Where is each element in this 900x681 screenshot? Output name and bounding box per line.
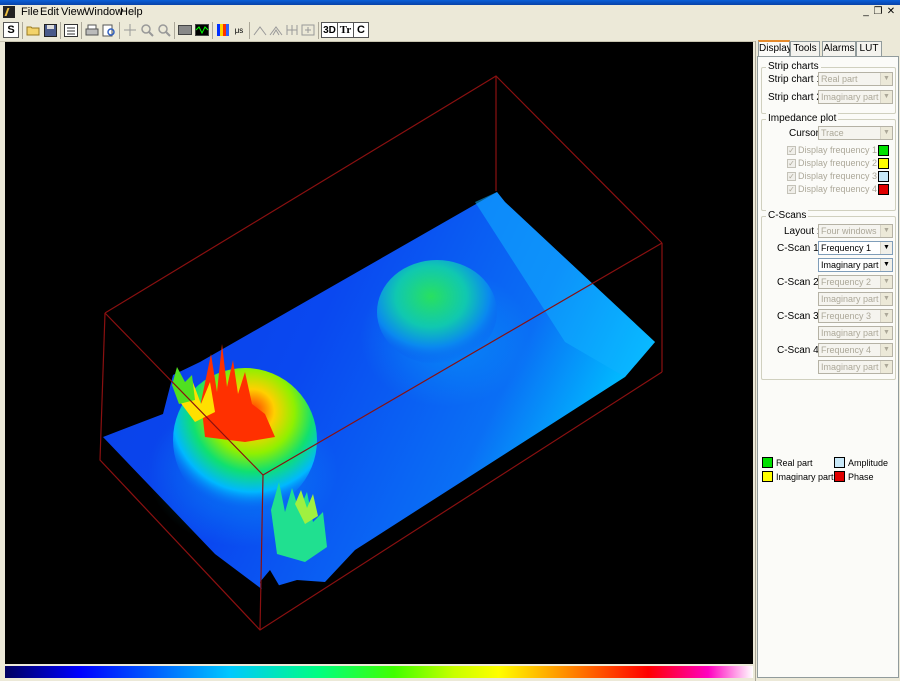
zoom-in-icon[interactable] <box>139 22 155 38</box>
display-frequency-2-checkbox[interactable]: ✓ <box>787 159 796 168</box>
minimize-icon[interactable]: _ <box>861 7 871 17</box>
view-fit-icon[interactable] <box>300 22 316 38</box>
3d-view-button[interactable]: 3D <box>321 22 338 38</box>
frequency-3-color-swatch[interactable] <box>878 171 889 182</box>
3d-surface-view[interactable] <box>5 42 753 664</box>
chevron-down-icon: ▼ <box>880 242 892 254</box>
menu-window[interactable]: Window <box>84 6 123 18</box>
c-scan-2-frequency-select[interactable]: Frequency 2 ▼ <box>818 275 893 289</box>
strip-chart-2-select[interactable]: Imaginary part ▼ <box>818 90 893 104</box>
tab-display-content: Strip charts Strip chart 1 : Real part ▼ … <box>757 56 899 678</box>
phase-label: Phase <box>848 472 874 482</box>
print-icon[interactable] <box>84 22 100 38</box>
chevron-down-icon: ▼ <box>880 127 892 139</box>
c-scans-group: C-Scans Layout : Four windows ▼ C-Scan 1 … <box>761 210 896 380</box>
real-part-swatch <box>762 457 773 468</box>
report-icon[interactable] <box>63 22 79 38</box>
save-icon[interactable] <box>42 22 58 38</box>
c-scan-4-part-select[interactable]: Imaginary part ▼ <box>818 360 893 374</box>
view-grid-icon[interactable] <box>284 22 300 38</box>
display-frequency-4-checkbox[interactable]: ✓ <box>787 185 796 194</box>
open-folder-icon[interactable] <box>25 22 41 38</box>
chevron-down-icon: ▼ <box>880 310 892 322</box>
trace-button[interactable]: Tr <box>337 22 354 38</box>
c-scan-4-frequency-select[interactable]: Frequency 4 ▼ <box>818 343 893 357</box>
menu-bar: File Edit View Window Help _ ❐ ✕ <box>0 5 900 20</box>
chevron-down-icon: ▼ <box>880 91 892 103</box>
close-icon[interactable]: ✕ <box>886 7 896 17</box>
impedance-plot-title: Impedance plot <box>766 113 839 124</box>
s-button[interactable]: S <box>3 22 19 38</box>
chevron-down-icon: ▼ <box>880 225 892 237</box>
strip-chart-icon[interactable] <box>177 22 193 38</box>
strip-chart-1-select[interactable]: Real part ▼ <box>818 72 893 86</box>
frequency-2-color-swatch[interactable] <box>878 158 889 169</box>
chevron-down-icon: ▼ <box>880 344 892 356</box>
defect-dome-right <box>377 260 497 364</box>
display-frequency-3-checkbox[interactable]: ✓ <box>787 172 796 181</box>
c-scan-1-part-select[interactable]: Imaginary part ▼ <box>818 258 893 272</box>
crosshair-icon[interactable] <box>122 22 138 38</box>
view-right-icon[interactable] <box>268 22 284 38</box>
chevron-down-icon: ▼ <box>880 361 892 373</box>
frequency-1-color-swatch[interactable] <box>878 145 889 156</box>
oscilloscope-icon[interactable] <box>194 22 210 38</box>
c-scan-3-part-select[interactable]: Imaginary part ▼ <box>818 326 893 340</box>
palette-icon[interactable] <box>215 22 231 38</box>
display-panel: Display Tools Alarms LUT Strip charts St… <box>755 40 900 681</box>
layout-select[interactable]: Four windows ▼ <box>818 224 893 238</box>
chevron-down-icon: ▼ <box>880 276 892 288</box>
chevron-down-icon: ▼ <box>880 259 892 271</box>
menu-help[interactable]: Help <box>120 6 143 18</box>
amplitude-swatch <box>834 457 845 468</box>
impedance-plot-group: Impedance plot Cursor : Trace ▼ ✓ Display… <box>761 113 896 211</box>
toolbar: S μs 3D Tr C <box>0 20 900 42</box>
display-frequency-3-label: Display frequency 3 <box>798 171 878 181</box>
phase-swatch <box>834 471 845 482</box>
color-scale-bar <box>5 666 753 678</box>
tab-display[interactable]: Display <box>758 40 792 57</box>
display-frequency-4-label: Display frequency 4 <box>798 184 878 194</box>
chevron-down-icon: ▼ <box>880 327 892 339</box>
imaginary-part-label: Imaginary part <box>776 472 834 482</box>
microseconds-button[interactable]: μs <box>231 22 247 38</box>
layout-label: Layout : <box>784 226 820 237</box>
print-preview-icon[interactable] <box>101 22 117 38</box>
display-frequency-1-label: Display frequency 1 <box>798 145 878 155</box>
imaginary-part-swatch <box>762 471 773 482</box>
tab-lut[interactable]: LUT <box>856 41 882 56</box>
c-scan-1-frequency-select[interactable]: Frequency 1 ▼ <box>818 241 893 255</box>
c-scan-button[interactable]: C <box>353 22 369 38</box>
menu-edit[interactable]: Edit <box>40 6 59 18</box>
tab-alarms[interactable]: Alarms <box>822 41 856 56</box>
menu-file[interactable]: File <box>21 6 39 18</box>
strip-charts-title: Strip charts <box>766 61 821 72</box>
strip-charts-group: Strip charts Strip chart 1 : Real part ▼ … <box>761 61 896 114</box>
c-scans-title: C-Scans <box>766 210 809 221</box>
frequency-4-color-swatch[interactable] <box>878 184 889 195</box>
3d-surface-plot <box>99 75 663 631</box>
menu-view[interactable]: View <box>61 6 85 18</box>
restore-icon[interactable]: ❐ <box>873 7 883 17</box>
chevron-down-icon: ▼ <box>880 73 892 85</box>
display-frequency-2-label: Display frequency 2 <box>798 158 878 168</box>
view-left-icon[interactable] <box>252 22 268 38</box>
chevron-down-icon: ▼ <box>880 293 892 305</box>
app-icon[interactable] <box>3 6 15 18</box>
amplitude-label: Amplitude <box>848 458 889 468</box>
display-frequency-1-checkbox[interactable]: ✓ <box>787 146 796 155</box>
cursor-select[interactable]: Trace ▼ <box>818 126 893 140</box>
zoom-out-icon[interactable] <box>156 22 172 38</box>
tab-tools[interactable]: Tools <box>790 41 820 56</box>
real-part-label: Real part <box>776 458 813 468</box>
c-scan-2-part-select[interactable]: Imaginary part ▼ <box>818 292 893 306</box>
c-scan-3-frequency-select[interactable]: Frequency 3 ▼ <box>818 309 893 323</box>
